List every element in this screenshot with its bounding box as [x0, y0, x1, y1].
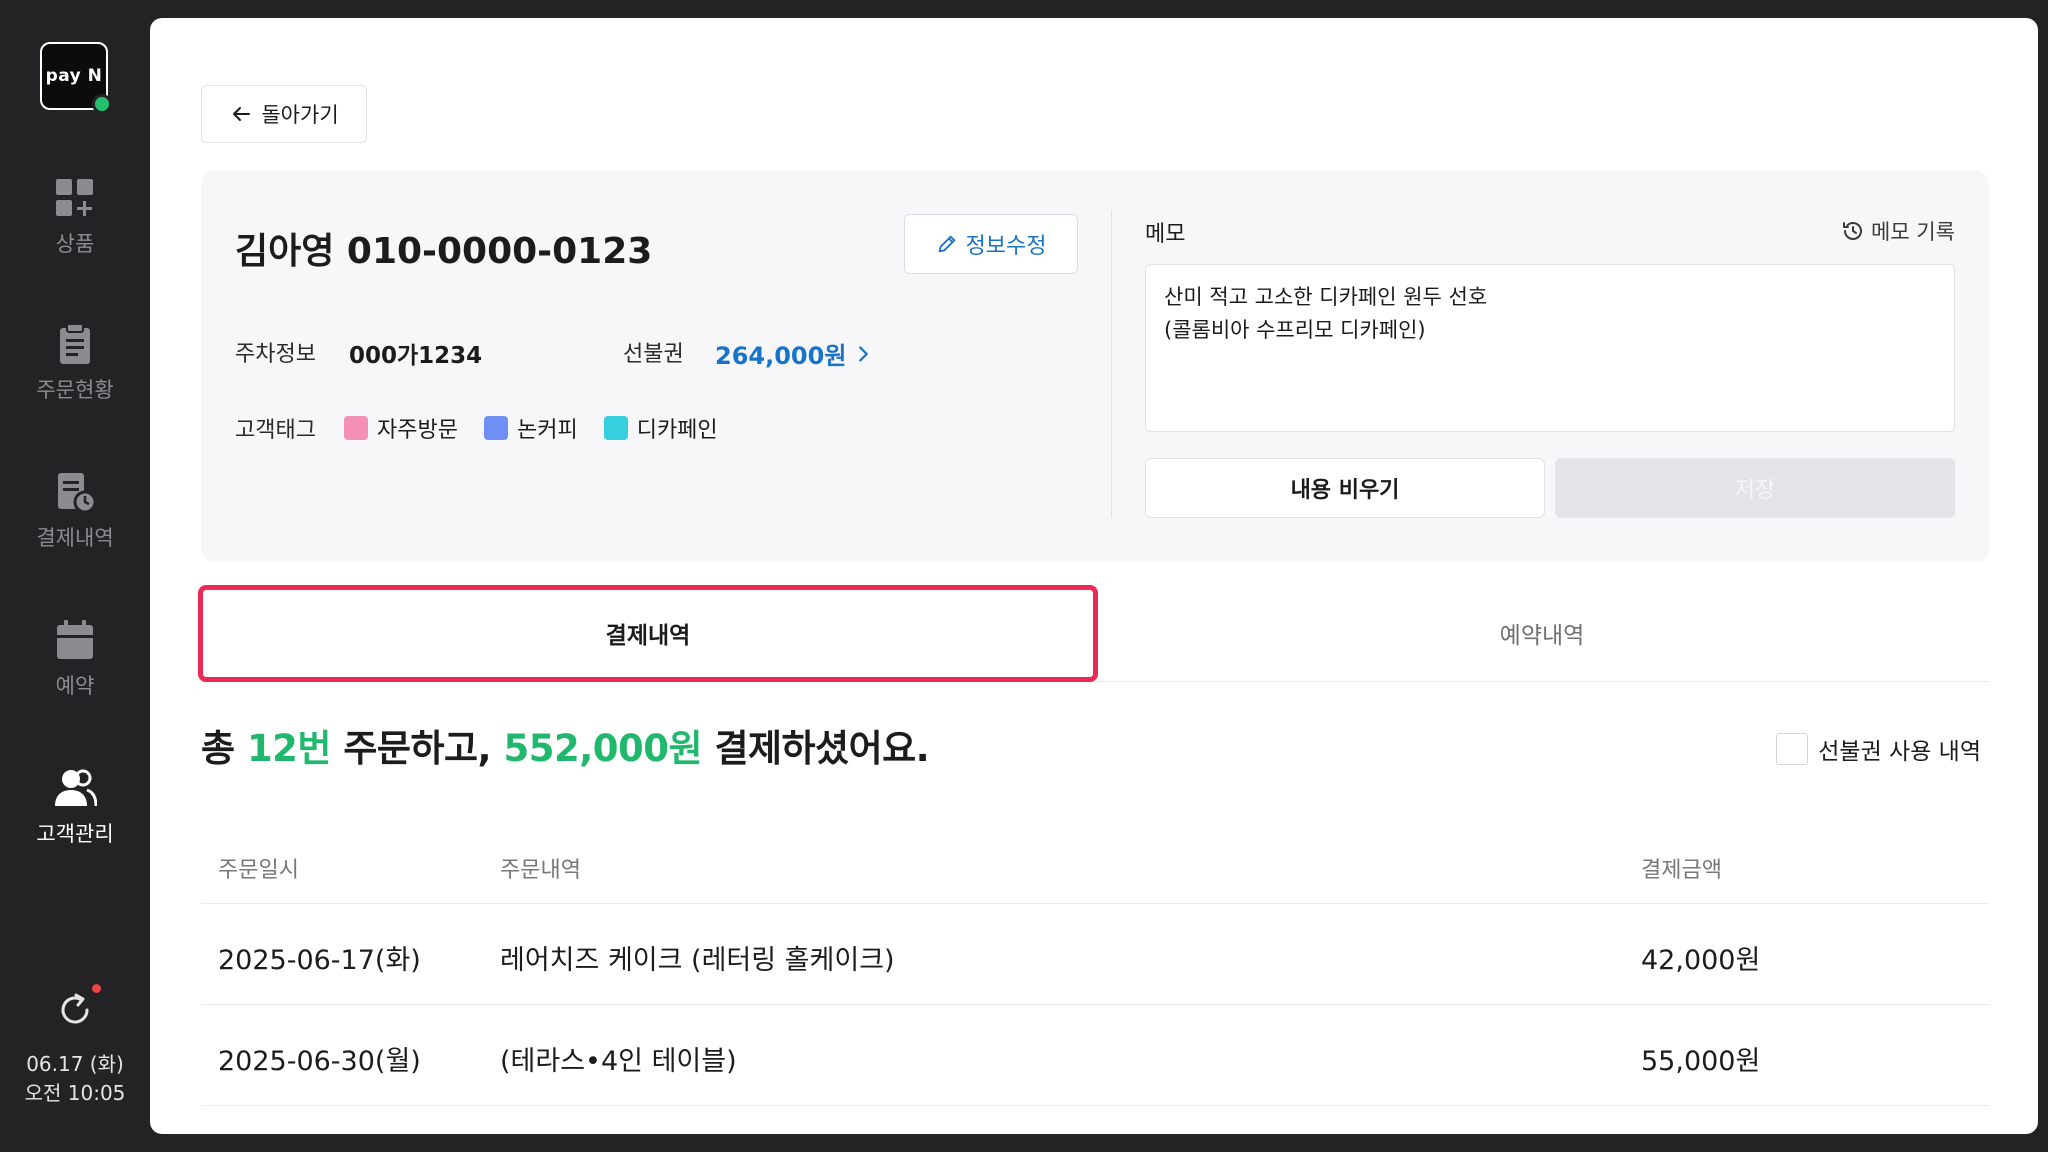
sidebar-item-label: 주문현황 — [36, 378, 114, 402]
refresh-icon — [61, 993, 89, 1024]
voucher-history-toggle[interactable]: 선불권 사용 내역 — [1776, 732, 1981, 766]
summary-order-count: 12번 — [246, 727, 332, 770]
parking-value: 000가1234 — [349, 343, 483, 369]
clear-memo-button[interactable]: 내용 비우기 — [1145, 458, 1545, 518]
back-label: 돌아가기 — [261, 103, 339, 127]
customer-name-phone: 김아영 010-0000-0123 — [235, 231, 653, 272]
voucher-value: 264,000원 — [715, 342, 847, 370]
sidebar-item-label: 예약 — [55, 674, 95, 698]
date-time: 06.17 (화) 오전 10:05 — [0, 1050, 150, 1108]
arrow-left-icon — [233, 107, 251, 121]
edit-info-button[interactable]: 정보수정 — [904, 214, 1078, 274]
memo-title: 메모 — [1145, 222, 1186, 247]
tag-frequent-visit: 자주방문 — [344, 412, 458, 444]
memo-history-label: 메모 기록 — [1871, 220, 1955, 244]
order-amount: 55,000원 — [1641, 1046, 1761, 1077]
online-status-dot — [92, 94, 112, 114]
voucher-history-label: 선불권 사용 내역 — [1818, 739, 1981, 765]
customer-tags: 자주방문 논커피 디카페인 — [344, 412, 718, 444]
history-tabs: 결제내역 예약내역 — [201, 584, 1989, 682]
calendar-icon — [57, 620, 93, 659]
voucher-label: 선불권 — [623, 342, 684, 367]
current-time: 오전 10:05 — [24, 1081, 126, 1105]
sidebar-item-label: 결제내역 — [36, 526, 114, 550]
order-date: 2025-06-17(화) — [218, 945, 421, 976]
summary-total-amount: 552,000원 — [503, 727, 703, 770]
tag-color-swatch — [603, 416, 628, 440]
table-header: 주문일시 주문내역 결제금액 — [201, 828, 1989, 904]
sidebar: pay N 상품 주문현황 결제내역 예약 고객관리 06.17 (화) 오전 … — [0, 0, 150, 1152]
clipboard-icon — [60, 323, 90, 364]
parking-label: 주차정보 — [235, 342, 316, 367]
summary-middle: 주문하고, — [343, 727, 492, 770]
table-row[interactable]: 2025-06-17(화) 레어치즈 케이크 (레터링 홀케이크) 42,000… — [201, 904, 1989, 1005]
header-order-details: 주문내역 — [500, 858, 581, 883]
table-row[interactable]: 2025-06-30(월) (테라스•4인 테이블) 55,000원 — [201, 1005, 1989, 1106]
sidebar-item-products[interactable]: 상품 — [0, 176, 150, 258]
receipt-clock-icon — [58, 473, 97, 514]
order-item: 레어치즈 케이크 (레터링 홀케이크) — [500, 945, 895, 976]
header-order-date: 주문일시 — [218, 858, 299, 883]
tag-non-coffee: 논커피 — [483, 412, 578, 444]
notification-dot — [92, 984, 101, 993]
edit-info-label: 정보수정 — [965, 234, 1047, 259]
back-button[interactable]: 돌아가기 — [201, 85, 367, 143]
summary-suffix: 결제하셨어요. — [714, 727, 930, 770]
tab-reservations[interactable]: 예약내역 — [1095, 584, 1989, 682]
tag-color-swatch — [344, 416, 368, 440]
header-payment-amount: 결제금액 — [1641, 858, 1722, 883]
voucher-history-checkbox[interactable] — [1776, 733, 1809, 765]
tag-label: 디카페인 — [636, 418, 718, 443]
voucher-balance-link[interactable]: 264,000원 — [715, 336, 874, 371]
history-icon — [1843, 222, 1863, 240]
tag-decaf: 디카페인 — [603, 412, 718, 444]
save-memo-button[interactable]: 저장 — [1555, 458, 1955, 518]
sidebar-item-reservations[interactable]: 예약 — [0, 618, 150, 700]
sidebar-item-orders[interactable]: 주문현황 — [0, 322, 150, 404]
sidebar-item-payments[interactable]: 결제내역 — [0, 470, 150, 552]
refresh-button[interactable] — [55, 984, 101, 1030]
current-date: 06.17 (화) — [26, 1052, 124, 1076]
tag-label: 자주방문 — [377, 418, 458, 443]
memo-textarea[interactable]: 산미 적고 고소한 디카페인 원두 선호 (콜롬비아 수프리모 디카페인) — [1145, 264, 1955, 432]
summary-prefix: 총 — [201, 727, 235, 770]
payment-history-table: 주문일시 주문내역 결제금액 2025-06-17(화) 레어치즈 케이크 (레… — [201, 828, 1989, 1106]
card-divider — [1111, 210, 1112, 518]
sidebar-item-label: 상품 — [55, 232, 95, 256]
sidebar-item-customers[interactable]: 고객관리 — [0, 766, 150, 848]
chevron-right-icon — [859, 345, 869, 362]
customer-info-card: 김아영 010-0000-0123 정보수정 주차정보 000가1234 선불권… — [201, 170, 1989, 562]
order-item: (테라스•4인 테이블) — [500, 1046, 737, 1077]
users-icon — [55, 769, 97, 807]
customer-tags-label: 고객태그 — [235, 418, 316, 443]
sidebar-item-label: 고객관리 — [36, 822, 114, 846]
order-date: 2025-06-30(월) — [218, 1046, 421, 1077]
order-amount: 42,000원 — [1641, 945, 1761, 976]
tag-label: 논커피 — [516, 418, 578, 443]
memo-history-button[interactable]: 메모 기록 — [1841, 216, 1955, 246]
tab-payments[interactable]: 결제내역 — [201, 584, 1095, 682]
order-summary: 총 12번 주문하고, 552,000원 결제하셨어요. — [201, 718, 930, 772]
pencil-icon — [938, 235, 955, 253]
main-panel: 돌아가기 김아영 010-0000-0123 정보수정 주차정보 000가123… — [150, 18, 2038, 1134]
logo-text: pay N — [45, 66, 103, 86]
product-grid-icon — [56, 179, 93, 216]
tag-color-swatch — [483, 416, 508, 440]
payn-logo[interactable]: pay N — [40, 42, 112, 114]
